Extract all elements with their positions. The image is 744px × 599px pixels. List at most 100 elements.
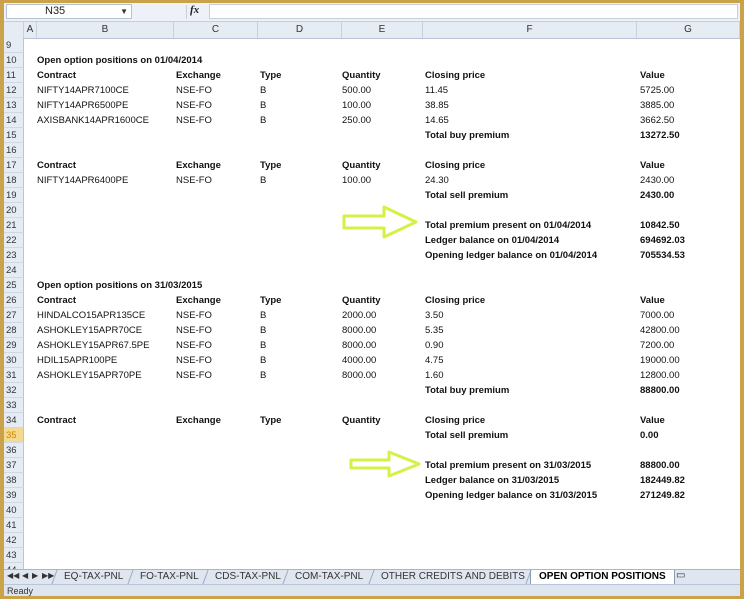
column-header-a[interactable]: A bbox=[24, 22, 37, 38]
cell-e[interactable]: 250.00 bbox=[342, 113, 371, 128]
cell-e[interactable]: Quantity bbox=[342, 158, 381, 173]
cell-f[interactable]: Closing price bbox=[425, 68, 485, 83]
cell-f[interactable]: Total premium present on 01/04/2014 bbox=[425, 218, 591, 233]
cell-d[interactable]: Type bbox=[260, 293, 281, 308]
cell-g[interactable]: 705534.53 bbox=[640, 248, 685, 263]
cell-b[interactable]: Contract bbox=[37, 158, 76, 173]
cell-b[interactable]: ASHOKLEY15APR67.5PE bbox=[37, 338, 149, 353]
cell-f[interactable]: Total sell premium bbox=[425, 428, 508, 443]
chevron-down-icon[interactable]: ▼ bbox=[120, 5, 128, 18]
row-number[interactable]: 38 bbox=[4, 473, 24, 488]
cell-f[interactable]: 11.45 bbox=[425, 83, 448, 98]
cell-b[interactable]: ASHOKLEY15APR70PE bbox=[37, 368, 142, 383]
cell-f[interactable]: 0.90 bbox=[425, 338, 444, 353]
cell-b[interactable]: NIFTY14APR6500PE bbox=[37, 98, 128, 113]
row-number[interactable]: 33 bbox=[4, 398, 24, 413]
cell-f[interactable]: Total premium present on 31/03/2015 bbox=[425, 458, 591, 473]
cell-d[interactable]: Type bbox=[260, 68, 281, 83]
next-sheet-icon[interactable]: ▶ bbox=[32, 571, 38, 580]
row-number[interactable]: 37 bbox=[4, 458, 24, 473]
row-number[interactable]: 14 bbox=[4, 113, 24, 128]
cell-d[interactable]: B bbox=[260, 98, 266, 113]
insert-sheet-icon[interactable]: ▭ bbox=[676, 570, 685, 581]
cell-f[interactable]: Closing price bbox=[425, 413, 485, 428]
cell-g[interactable]: 182449.82 bbox=[640, 473, 685, 488]
cell-f[interactable]: Closing price bbox=[425, 293, 485, 308]
cell-d[interactable]: B bbox=[260, 323, 266, 338]
column-header-b[interactable]: B bbox=[37, 22, 174, 38]
cell-d[interactable]: Type bbox=[260, 158, 281, 173]
row-number[interactable]: 22 bbox=[4, 233, 24, 248]
select-all-corner[interactable] bbox=[4, 22, 24, 38]
row-number[interactable]: 43 bbox=[4, 548, 24, 563]
cell-d[interactable]: B bbox=[260, 173, 266, 188]
cell-f[interactable]: Total buy premium bbox=[425, 383, 509, 398]
cell-f[interactable]: 38.85 bbox=[425, 98, 449, 113]
row-number[interactable]: 15 bbox=[4, 128, 24, 143]
cell-g[interactable]: 3662.50 bbox=[640, 113, 674, 128]
cell-c[interactable]: NSE-FO bbox=[176, 98, 212, 113]
row-number[interactable]: 16 bbox=[4, 143, 24, 158]
row-number[interactable]: 10 bbox=[4, 53, 24, 68]
row-number[interactable]: 36 bbox=[4, 443, 24, 458]
cell-c[interactable]: NSE-FO bbox=[176, 83, 212, 98]
cell-b[interactable]: AXISBANK14APR1600CE bbox=[37, 113, 149, 128]
cell-b[interactable]: NIFTY14APR7100CE bbox=[37, 83, 129, 98]
cell-d[interactable]: B bbox=[260, 368, 266, 383]
row-number[interactable]: 23 bbox=[4, 248, 24, 263]
cell-e[interactable]: 8000.00 bbox=[342, 368, 376, 383]
cell-g[interactable]: 694692.03 bbox=[640, 233, 685, 248]
cell-c[interactable]: NSE-FO bbox=[176, 338, 212, 353]
cell-g[interactable]: 7000.00 bbox=[640, 308, 674, 323]
cell-b[interactable]: ASHOKLEY15APR70CE bbox=[37, 323, 142, 338]
cell-c[interactable]: NSE-FO bbox=[176, 323, 212, 338]
row-number[interactable]: 31 bbox=[4, 368, 24, 383]
column-header-d[interactable]: D bbox=[258, 22, 342, 38]
cell-e[interactable]: 100.00 bbox=[342, 173, 371, 188]
cell-d[interactable]: B bbox=[260, 113, 266, 128]
cell-g[interactable]: Value bbox=[640, 413, 665, 428]
sheet-tab[interactable]: OTHER CREDITS AND DEBITS bbox=[373, 570, 533, 584]
column-header-e[interactable]: E bbox=[342, 22, 423, 38]
row-number[interactable]: 24 bbox=[4, 263, 24, 278]
row-number[interactable]: 35 bbox=[4, 428, 24, 443]
cell-b[interactable]: Contract bbox=[37, 413, 76, 428]
cell-d[interactable]: B bbox=[260, 338, 266, 353]
name-box[interactable]: N35 ▼ bbox=[6, 4, 132, 19]
cell-f[interactable]: Total buy premium bbox=[425, 128, 509, 143]
cell-f[interactable]: Ledger balance on 31/03/2015 bbox=[425, 473, 559, 488]
column-header-g[interactable]: G bbox=[637, 22, 740, 38]
cell-c[interactable]: Exchange bbox=[176, 68, 221, 83]
column-header-f[interactable]: F bbox=[423, 22, 637, 38]
cell-grid[interactable]: 9 10 Open option positions on 01/04/2014 11… bbox=[4, 38, 740, 593]
prev-sheet-icon[interactable]: ◀ bbox=[22, 571, 28, 580]
cell-c[interactable]: NSE-FO bbox=[176, 353, 212, 368]
row-number[interactable]: 29 bbox=[4, 338, 24, 353]
column-header-c[interactable]: C bbox=[174, 22, 258, 38]
row-number[interactable]: 27 bbox=[4, 308, 24, 323]
cell-g[interactable]: Value bbox=[640, 158, 665, 173]
row-number[interactable]: 18 bbox=[4, 173, 24, 188]
cell-e[interactable]: Quantity bbox=[342, 293, 381, 308]
row-number[interactable]: 9 bbox=[4, 38, 24, 53]
cell-c[interactable]: Exchange bbox=[176, 158, 221, 173]
cell-c[interactable]: Exchange bbox=[176, 413, 221, 428]
cell-c[interactable]: NSE-FO bbox=[176, 368, 212, 383]
row-number[interactable]: 17 bbox=[4, 158, 24, 173]
cell-b[interactable]: HINDALCO15APR135CE bbox=[37, 308, 145, 323]
cell-g[interactable]: 271249.82 bbox=[640, 488, 685, 503]
cell-g[interactable]: 2430.00 bbox=[640, 173, 674, 188]
cell-g[interactable]: 5725.00 bbox=[640, 83, 674, 98]
row-number[interactable]: 12 bbox=[4, 83, 24, 98]
cell-c[interactable]: Exchange bbox=[176, 293, 221, 308]
cell-b[interactable]: HDIL15APR100PE bbox=[37, 353, 117, 368]
cell-f[interactable]: Opening ledger balance on 31/03/2015 bbox=[425, 488, 597, 503]
cell-f[interactable]: Closing price bbox=[425, 158, 485, 173]
cell-d[interactable]: B bbox=[260, 308, 266, 323]
cell-g[interactable]: 13272.50 bbox=[640, 128, 680, 143]
cell-g[interactable]: 88800.00 bbox=[640, 458, 680, 473]
row-number[interactable]: 34 bbox=[4, 413, 24, 428]
cell-g[interactable]: 88800.00 bbox=[640, 383, 680, 398]
cell-e[interactable]: 8000.00 bbox=[342, 323, 376, 338]
cell-g[interactable]: Value bbox=[640, 68, 665, 83]
